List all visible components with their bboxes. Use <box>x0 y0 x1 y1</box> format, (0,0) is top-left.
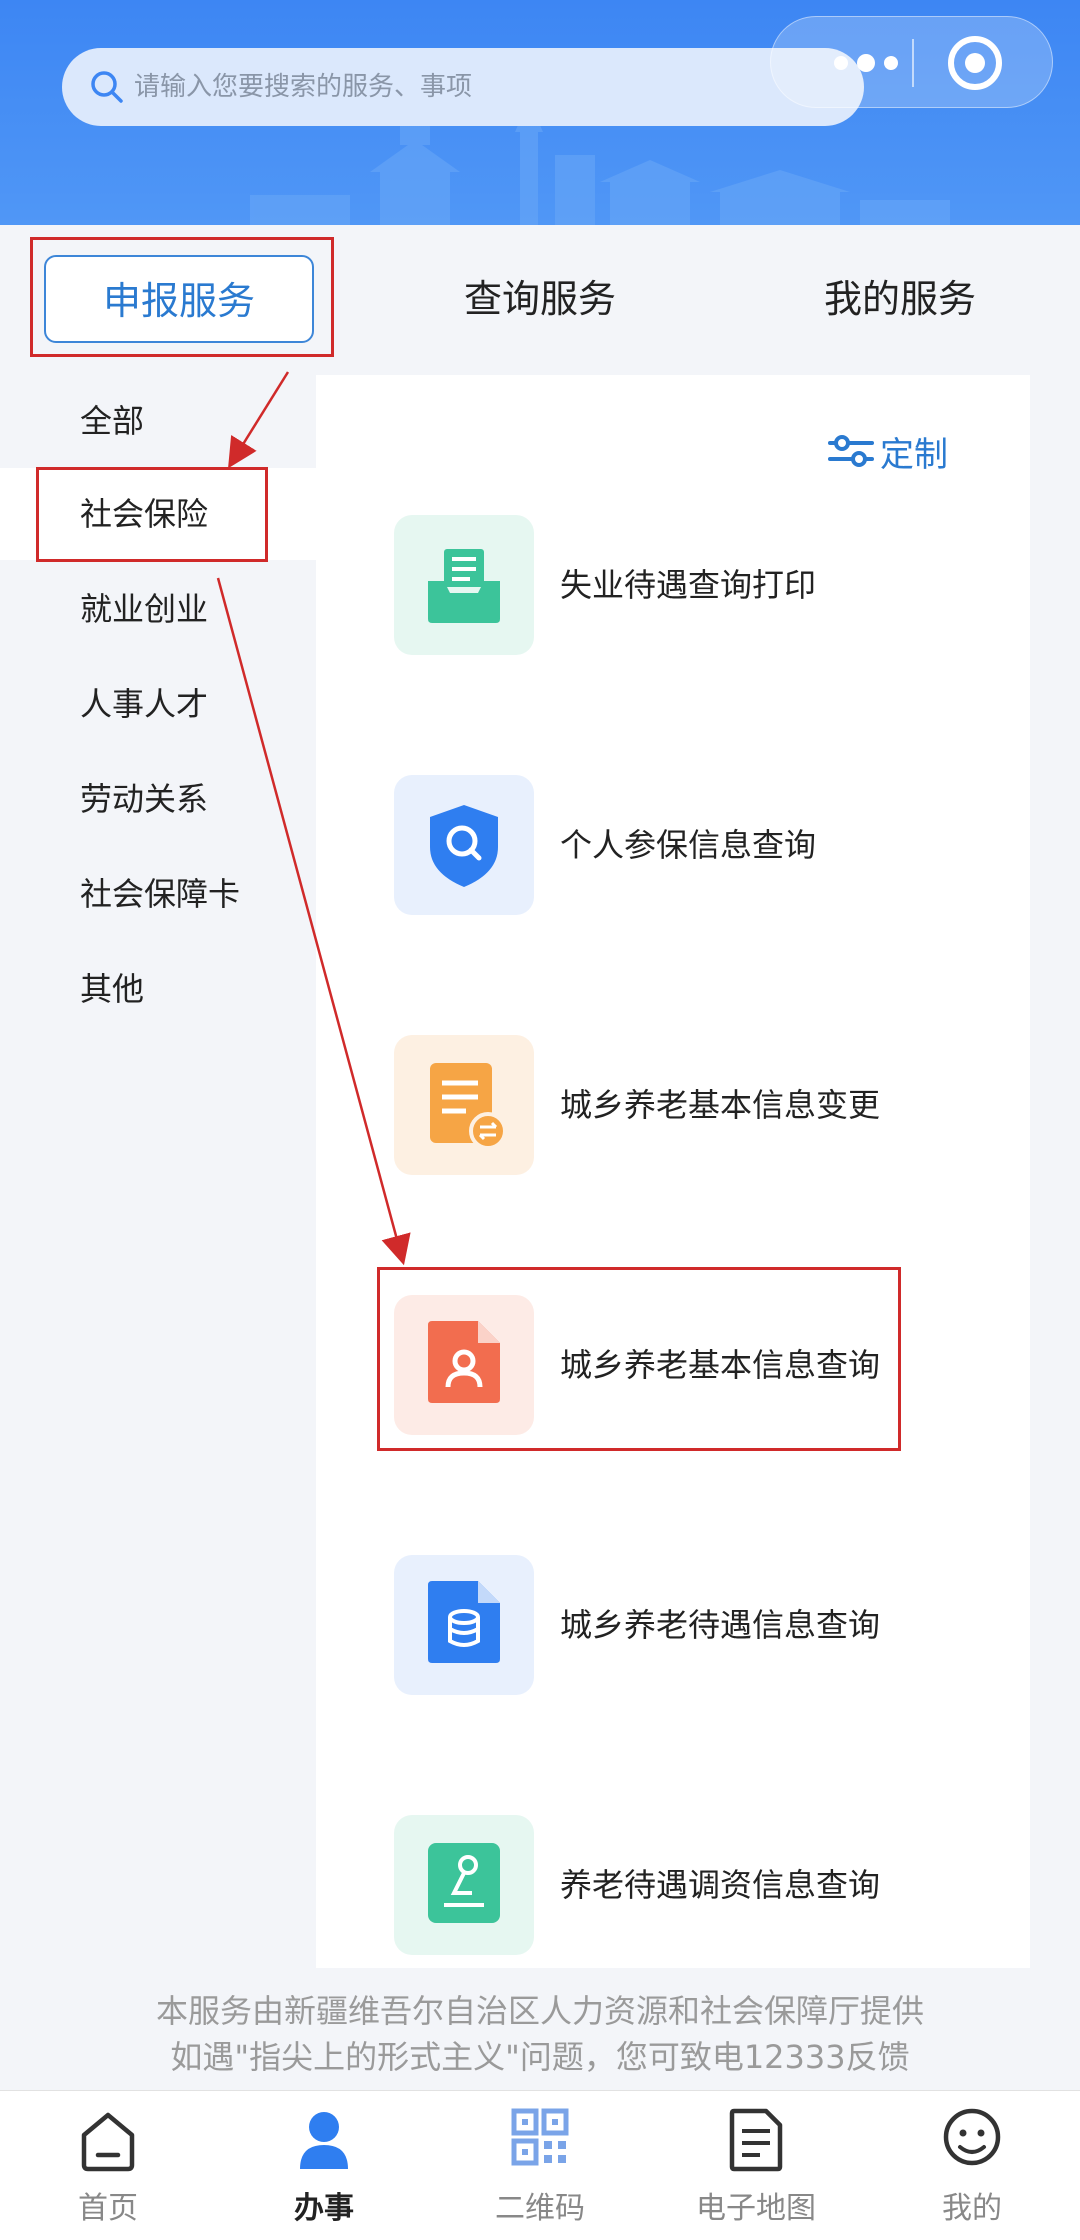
service-label: 个人参保信息查询 <box>560 826 817 864</box>
service-item[interactable]: 失业待遇查询打印 <box>394 515 994 655</box>
nav-label: 首页 <box>78 2191 138 2226</box>
adjust-icon <box>394 1815 534 1955</box>
home-icon <box>81 2112 135 2172</box>
search-bar[interactable]: 请输入您要搜索的服务、事项 <box>62 48 864 126</box>
miniprogram-capsule <box>770 16 1053 108</box>
search-icon <box>91 71 123 103</box>
service-label: 城乡养老待遇信息查询 <box>560 1606 881 1644</box>
nav-label: 二维码 <box>495 2191 585 2226</box>
service-item[interactable]: 城乡养老待遇信息查询 <box>394 1555 994 1695</box>
service-notice: 本服务由新疆维吾尔自治区人力资源和社会保障厅提供 如遇"指尖上的形式主义"问题，… <box>0 1988 1080 2080</box>
service-label: 失业待遇查询打印 <box>560 566 817 604</box>
map-document-icon <box>729 2108 783 2172</box>
nav-home[interactable]: 首页 <box>0 2091 216 2240</box>
service-label: 养老待遇调资信息查询 <box>560 1866 881 1904</box>
nav-mine[interactable]: 我的 <box>864 2091 1080 2240</box>
nav-label: 电子地图 <box>696 2191 816 2226</box>
qr-code-icon <box>511 2108 569 2166</box>
document-coins-icon <box>394 1555 534 1695</box>
sliders-icon <box>828 435 874 467</box>
person-icon <box>300 2112 348 2169</box>
service-item[interactable]: 个人参保信息查询 <box>394 775 994 915</box>
nav-tasks[interactable]: 办事 <box>216 2091 432 2240</box>
header: 请输入您要搜索的服务、事项 <box>0 0 1080 225</box>
annotation-box-category <box>36 467 268 562</box>
service-item[interactable]: 养老待遇调资信息查询 <box>394 1815 994 1955</box>
category-labor-relations[interactable]: 劳动关系 <box>0 753 316 845</box>
annotation-box-service <box>377 1267 901 1451</box>
category-other[interactable]: 其他 <box>0 943 316 1035</box>
customize-button[interactable]: 定制 <box>826 425 948 477</box>
notice-line-2: 如遇"指尖上的形式主义"问题，您可致电12333反馈 <box>170 2038 910 2076</box>
annotation-box-tab <box>30 237 334 357</box>
bottom-navigation: 首页 办事 二维码 电子地图 我的 <box>0 2090 1080 2240</box>
document-swap-icon <box>394 1035 534 1175</box>
nav-map[interactable]: 电子地图 <box>648 2091 864 2240</box>
category-all[interactable]: 全部 <box>0 375 316 467</box>
more-dots-icon[interactable] <box>811 43 921 83</box>
smile-face-icon <box>943 2108 1001 2166</box>
tab-my-service[interactable]: 我的服务 <box>780 255 1020 343</box>
search-input[interactable]: 请输入您要搜索的服务、事项 <box>134 48 472 126</box>
service-label: 城乡养老基本信息变更 <box>560 1086 881 1124</box>
inbox-print-icon <box>394 515 534 655</box>
notice-line-1: 本服务由新疆维吾尔自治区人力资源和社会保障厅提供 <box>155 1992 924 2030</box>
service-panel: 定制 失业待遇查询打印 个人参保信息查询 城乡养老基本信息变更 城乡养老基本信息… <box>316 375 1030 1968</box>
category-employment[interactable]: 就业创业 <box>0 563 316 655</box>
shield-search-icon <box>394 775 534 915</box>
tab-query-service[interactable]: 查询服务 <box>420 255 660 343</box>
capsule-divider <box>912 39 914 87</box>
close-target-icon[interactable] <box>941 29 1009 97</box>
nav-label: 我的 <box>942 2191 1002 2226</box>
nav-qrcode[interactable]: 二维码 <box>432 2091 648 2240</box>
nav-label: 办事 <box>294 2191 354 2226</box>
customize-label: 定制 <box>880 434 948 475</box>
category-personnel[interactable]: 人事人才 <box>0 658 316 750</box>
category-social-security-card[interactable]: 社会保障卡 <box>0 848 316 940</box>
service-item[interactable]: 城乡养老基本信息变更 <box>394 1035 994 1175</box>
